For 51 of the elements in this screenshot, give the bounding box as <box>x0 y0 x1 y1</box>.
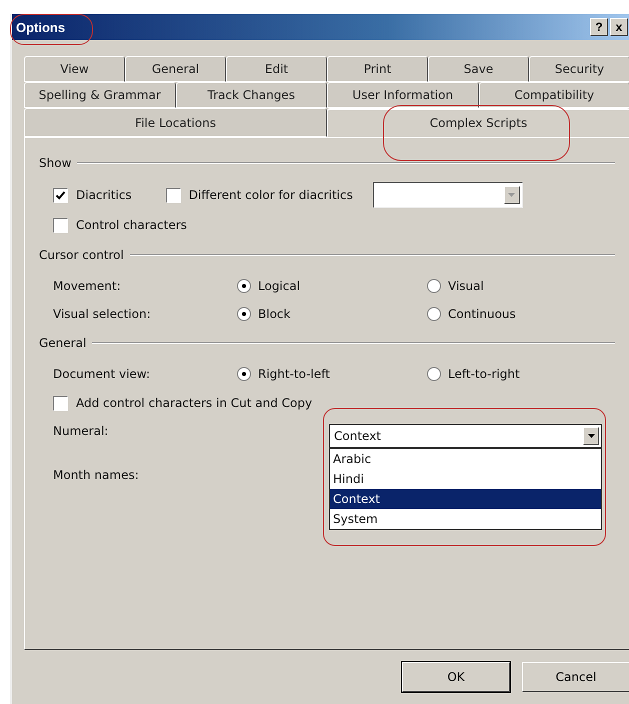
radio-button[interactable] <box>427 307 441 321</box>
help-button[interactable]: ? <box>590 18 608 36</box>
field-label: Month names: <box>53 468 139 482</box>
checkbox[interactable] <box>53 188 68 202</box>
radio-button[interactable] <box>237 307 251 321</box>
radio-button[interactable] <box>237 279 251 293</box>
radio-label: Continuous <box>448 307 516 321</box>
close-button[interactable]: x <box>610 18 628 36</box>
checkbox-label: Add control characters in Cut and Copy <box>76 396 312 410</box>
window-title: Options <box>15 20 66 34</box>
tab[interactable]: Compatibility <box>478 82 629 108</box>
tab[interactable]: User Information <box>327 82 478 108</box>
radio-label: Visual <box>448 279 484 293</box>
section-title: Cursor control <box>39 248 124 262</box>
checkbox-label: Different color for diacritics <box>188 188 353 202</box>
radio-button[interactable] <box>427 279 441 293</box>
checkbox-label: Diacritics <box>76 188 132 202</box>
tab[interactable]: File Locations <box>24 108 327 137</box>
tab[interactable]: General <box>125 56 226 82</box>
checkbox[interactable] <box>53 396 68 410</box>
field-label: Numeral: <box>53 424 110 438</box>
radio-label: Left-to-right <box>448 367 520 381</box>
section-title: General <box>39 336 86 350</box>
tab[interactable]: Print <box>327 56 428 82</box>
tab[interactable]: Security <box>529 56 629 82</box>
dropdown-option[interactable]: Hindi <box>330 469 601 489</box>
tab[interactable]: Spelling & Grammar <box>24 82 176 108</box>
dropdown-option[interactable]: System <box>330 509 601 529</box>
tab[interactable]: Complex Scripts <box>327 108 629 137</box>
checkbox[interactable] <box>166 188 181 202</box>
cancel-button[interactable]: Cancel <box>522 662 629 692</box>
tab[interactable]: Save <box>428 56 529 82</box>
color-dropdown[interactable] <box>372 182 523 208</box>
field-label: Document view: <box>53 367 152 381</box>
radio-label: Logical <box>258 279 300 293</box>
tab[interactable]: Track Changes <box>176 82 327 108</box>
numeral-dropdown[interactable]: Context <box>329 424 602 448</box>
checkbox[interactable] <box>53 218 68 232</box>
checkbox-label: Control characters <box>76 218 187 232</box>
field-label: Visual selection: <box>53 307 152 321</box>
radio-label: Block <box>258 307 290 321</box>
dropdown-option[interactable]: Context <box>330 489 601 509</box>
section-title: Show <box>39 156 72 170</box>
tab[interactable]: View <box>24 56 125 82</box>
tab[interactable]: Edit <box>226 56 327 82</box>
radio-button[interactable] <box>237 367 251 381</box>
radio-label: Right-to-left <box>258 367 330 381</box>
radio-button[interactable] <box>427 367 441 381</box>
dropdown-option[interactable]: Arabic <box>330 449 601 469</box>
field-label: Movement: <box>53 279 122 293</box>
ok-button[interactable]: OK <box>402 662 510 692</box>
